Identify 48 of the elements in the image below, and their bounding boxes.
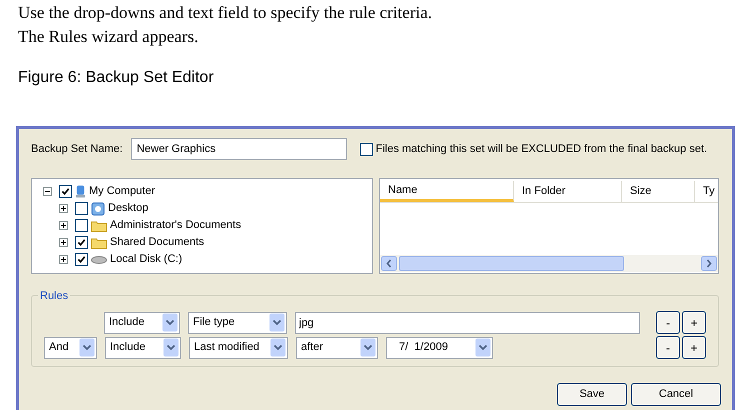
dropdown[interactable]: File type (188, 312, 287, 334)
scroll-left-icon[interactable] (381, 256, 397, 271)
dropdown[interactable]: Include (104, 312, 180, 334)
column-header[interactable]: Name (380, 181, 514, 202)
name-field[interactable]: Newer Graphics (130, 138, 347, 160)
add-rule-button[interactable]: + (682, 336, 706, 359)
dropdown[interactable]: after (296, 336, 378, 358)
horizontal-scrollbar[interactable] (380, 255, 718, 272)
checkbox[interactable] (75, 236, 88, 249)
expand-icon[interactable] (59, 204, 68, 213)
tree-item[interactable]: My Computer (89, 183, 156, 200)
checkbox-label: Files matching this set will be EXCLUDED from the final backup set. (376, 142, 708, 157)
cancel-button[interactable]: Cancel (631, 383, 721, 406)
add-rule-button[interactable]: + (682, 311, 706, 334)
tree-item[interactable]: Local Disk (C:) (110, 251, 182, 268)
body-text: Use the drop-downs and text field to specify the rule criteria. (18, 2, 434, 24)
dropdown[interactable]: Include (105, 336, 181, 358)
expand-icon[interactable] (59, 238, 68, 247)
expand-icon[interactable] (59, 255, 68, 264)
save-button[interactable]: Save (557, 383, 627, 406)
dropdown[interactable]: 7/ 1/2009 (386, 336, 493, 358)
tree-item[interactable]: Shared Documents (110, 234, 204, 251)
folder-icon (91, 220, 107, 232)
folder-icon (91, 236, 107, 248)
remove-rule-button[interactable]: - (656, 311, 680, 334)
tree-item[interactable]: Administrator's Documents (110, 217, 242, 234)
column-header[interactable]: Size (622, 181, 695, 202)
dropdown[interactable]: Last modified (189, 336, 288, 358)
value-field[interactable]: jpg (295, 312, 640, 334)
checkbox[interactable] (75, 219, 88, 232)
collapse-icon[interactable] (43, 187, 52, 196)
checkbox[interactable] (59, 185, 72, 198)
expand-icon[interactable] (59, 221, 68, 230)
computer-icon (75, 184, 86, 198)
dropdown[interactable]: And (44, 336, 97, 358)
column-header[interactable]: Ty (695, 181, 718, 202)
checkbox[interactable] (75, 202, 88, 215)
field-label: Backup Set Name: (31, 142, 123, 157)
tree-item[interactable]: Desktop (108, 200, 148, 217)
checkbox[interactable] (360, 142, 373, 156)
column-header[interactable]: In Folder (514, 181, 622, 202)
remove-rule-button[interactable]: - (656, 336, 680, 359)
figure-caption: Figure 6: Backup Set Editor (17, 68, 215, 88)
body-text: The Rules wizard appears. (18, 26, 200, 48)
checkbox[interactable] (75, 253, 88, 266)
desktop-icon (91, 202, 105, 216)
disk-icon (91, 254, 107, 264)
scroll-right-icon[interactable] (701, 256, 717, 271)
